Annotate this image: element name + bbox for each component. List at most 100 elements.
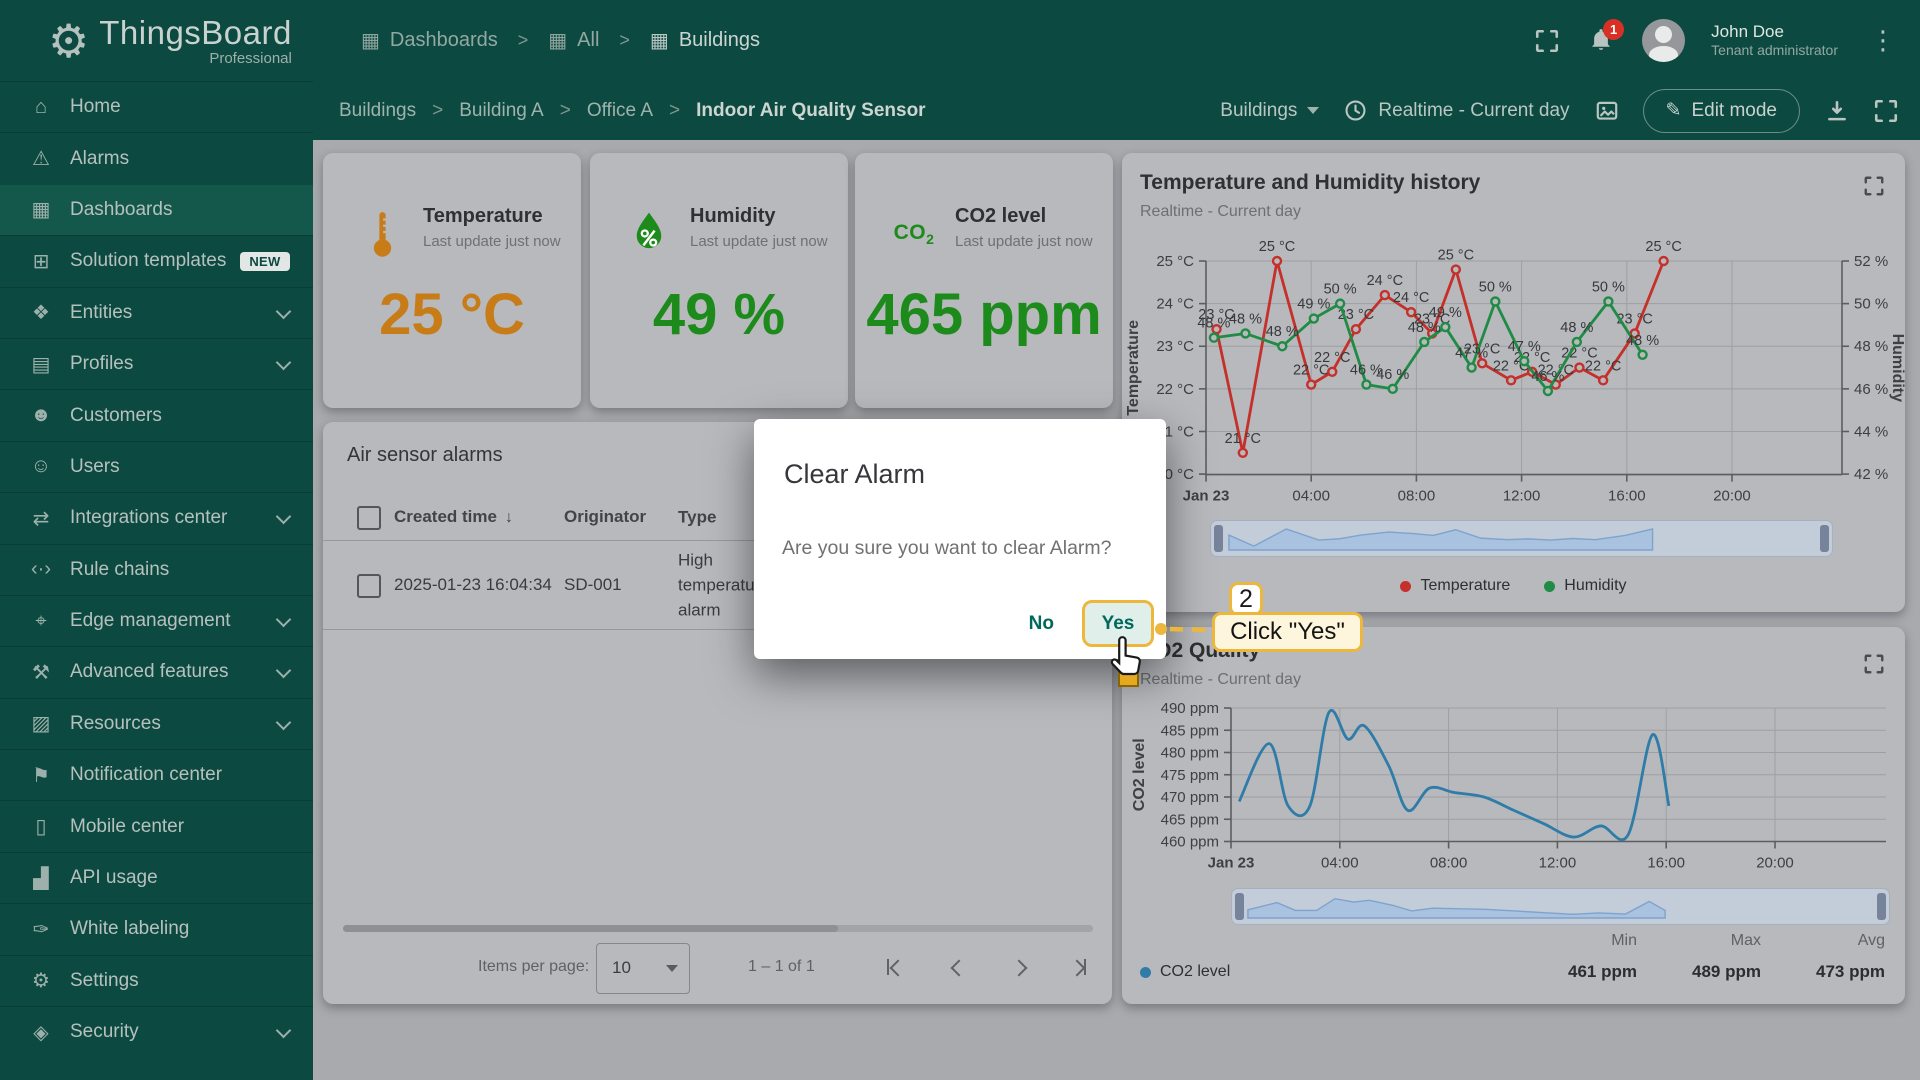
svg-text:Jan 23: Jan 23	[1208, 855, 1255, 872]
sidebar-item-dashboards[interactable]: ▦Dashboards	[0, 184, 313, 235]
user-avatar[interactable]	[1642, 19, 1685, 62]
sidebar-item-mobile-center[interactable]: ▯Mobile center	[0, 800, 313, 851]
kebab-menu-icon[interactable]: ⋮	[1864, 25, 1902, 56]
app-edition: Professional	[99, 50, 292, 67]
sidebar-item-home[interactable]: ⌂Home	[0, 81, 313, 132]
sidebar-item-api-usage[interactable]: ▟API usage	[0, 852, 313, 903]
svg-text:460 ppm: 460 ppm	[1161, 834, 1219, 851]
svg-text:04:00: 04:00	[1321, 855, 1359, 872]
legend-item-co2-level[interactable]: CO2 level	[1140, 963, 1230, 981]
sidebar-item-profiles[interactable]: ▤Profiles	[0, 338, 313, 389]
svg-text:475 ppm: 475 ppm	[1161, 767, 1219, 784]
app-logo[interactable]: ⚙ ThingsBoard Professional	[48, 14, 313, 67]
widget-fullscreen-icon[interactable]	[1863, 653, 1885, 675]
chevron-down-icon	[276, 715, 292, 731]
co2-chart-plot: 490 ppm485 ppm480 ppm475 ppm470 ppm465 p…	[1122, 692, 1905, 882]
selector-right-handle[interactable]	[1820, 525, 1829, 552]
toolbar-breadcrumb-building-a[interactable]: Building A	[459, 100, 544, 122]
kpi-texts: CO2 levelLast update just now	[955, 205, 1093, 250]
cell-originator: SD-001	[564, 575, 669, 595]
selector-left-handle[interactable]	[1214, 525, 1223, 552]
svg-text:52 %: 52 %	[1854, 253, 1888, 270]
legend-item-temperature[interactable]: Temperature	[1400, 577, 1510, 595]
sidebar-item-advanced-features[interactable]: ⚒Advanced features	[0, 646, 313, 697]
dashboard-state-select[interactable]: Buildings	[1220, 100, 1319, 122]
header-actions: 1 John Doe Tenant administrator ⋮	[1534, 0, 1902, 81]
sidebar-item-integrations-center[interactable]: ⇄Integrations center	[0, 492, 313, 543]
sidebar-item-settings[interactable]: ⚙Settings	[0, 955, 313, 1006]
table-horizontal-scrollbar[interactable]	[343, 925, 1093, 932]
legend-label: Humidity	[1564, 577, 1626, 595]
toolbar-fullscreen-icon[interactable]	[1873, 98, 1898, 123]
sidebar-item-customers[interactable]: ☻Customers	[0, 389, 313, 440]
column-header-created-time[interactable]: Created time↓	[394, 507, 564, 527]
widget-fullscreen-icon[interactable]	[1863, 175, 1885, 197]
th-range-selector[interactable]	[1210, 520, 1833, 557]
sidebar-item-solution-templates[interactable]: ⊞Solution templatesNEW	[0, 235, 313, 286]
toolbar-breadcrumb-office-a[interactable]: Office A	[587, 100, 653, 122]
download-icon[interactable]	[1824, 98, 1849, 123]
user-info[interactable]: John Doe Tenant administrator	[1711, 21, 1838, 60]
sidebar-item-label: Alarms	[70, 148, 129, 170]
sidebar-item-resources[interactable]: ▨Resources	[0, 698, 313, 749]
sidebar-item-edge-management[interactable]: ⌖Edge management	[0, 595, 313, 646]
image-gallery-icon[interactable]	[1594, 98, 1619, 123]
dialog-message: Are you sure you want to clear Alarm?	[782, 537, 1112, 560]
row-checkbox[interactable]	[357, 574, 381, 598]
toolbar-actions: Buildings Realtime - Current day ✎ Edit …	[1220, 81, 1898, 140]
header-breadcrumb-buildings[interactable]: ▦Buildings	[650, 28, 760, 53]
sidebar-item-rule-chains[interactable]: ‹·›Rule chains	[0, 544, 313, 595]
svg-text:485 ppm: 485 ppm	[1161, 722, 1219, 739]
thingsboard-logo-icon: ⚙	[48, 18, 89, 64]
svg-text:Temperature: Temperature	[1125, 320, 1142, 416]
toolbar-breadcrumb-buildings[interactable]: Buildings	[339, 100, 416, 122]
previous-page-button[interactable]	[945, 954, 971, 980]
integrations-center-icon: ⇄	[26, 506, 56, 531]
legend-item-humidity[interactable]: Humidity	[1544, 577, 1626, 595]
alarms-widget-title: Air sensor alarms	[347, 444, 503, 467]
kpi-card-header: TemperatureLast update just now	[359, 205, 561, 263]
sidebar-item-users[interactable]: ☺Users	[0, 441, 313, 492]
svg-text:465 ppm: 465 ppm	[1161, 811, 1219, 828]
sidebar-item-security[interactable]: ◈Security	[0, 1006, 313, 1057]
column-header-originator[interactable]: Originator	[564, 507, 669, 527]
items-per-page-select[interactable]: 10	[596, 943, 690, 994]
api-usage-icon: ▟	[26, 866, 56, 891]
user-name: John Doe	[1711, 21, 1838, 42]
toolbar-breadcrumb-indoor-air-quality-sensor[interactable]: Indoor Air Quality Sensor	[696, 100, 925, 122]
svg-text:48 %: 48 %	[1626, 333, 1659, 349]
next-page-button[interactable]	[1007, 954, 1033, 980]
co2-chart-legend: CO2 level	[1140, 963, 1230, 981]
svg-text:50 %: 50 %	[1854, 296, 1888, 313]
select-all-checkbox[interactable]	[357, 506, 381, 530]
co2-range-selector[interactable]	[1231, 888, 1890, 925]
legend-dot	[1544, 581, 1555, 592]
last-page-button[interactable]	[1067, 954, 1093, 980]
scrollbar-thumb[interactable]	[343, 925, 838, 932]
header-breadcrumb-dashboards[interactable]: ▦Dashboards	[361, 28, 498, 53]
svg-text:CO2 level: CO2 level	[1131, 738, 1148, 811]
temperature-humidity-chart[interactable]: 25 °C52 %24 °C50 %23 °C48 %22 °C46 %21 °…	[1122, 230, 1905, 505]
edit-mode-button[interactable]: ✎ Edit mode	[1643, 89, 1800, 133]
selector-left-handle[interactable]	[1235, 893, 1244, 920]
timewindow-button[interactable]: Realtime - Current day	[1343, 98, 1569, 123]
user-role: Tenant administrator	[1711, 42, 1838, 60]
no-button[interactable]: No	[1009, 603, 1074, 645]
notifications-bell-icon[interactable]: 1	[1586, 26, 1616, 56]
svg-text:48 %: 48 %	[1560, 320, 1593, 336]
first-page-button[interactable]	[883, 954, 909, 980]
breadcrumb-label: Dashboards	[390, 29, 498, 52]
stat-label: Max	[1681, 932, 1761, 950]
co2-level-chart[interactable]: 490 ppm485 ppm480 ppm475 ppm470 ppm465 p…	[1122, 692, 1905, 882]
sidebar-item-white-labeling[interactable]: ✑White labeling	[0, 903, 313, 954]
sort-descending-icon: ↓	[505, 509, 513, 526]
header-breadcrumb-all[interactable]: ▦All	[548, 28, 599, 53]
sidebar-item-notification-center[interactable]: ⚑Notification center	[0, 749, 313, 800]
sidebar-item-alarms[interactable]: ⚠Alarms	[0, 132, 313, 183]
selector-right-handle[interactable]	[1877, 893, 1886, 920]
fullscreen-icon[interactable]	[1534, 28, 1560, 54]
kpi-texts: TemperatureLast update just now	[423, 205, 561, 250]
sidebar-item-entities[interactable]: ❖Entities	[0, 287, 313, 338]
advanced-features-icon: ⚒	[26, 660, 56, 685]
stat-label: Min	[1557, 932, 1637, 950]
